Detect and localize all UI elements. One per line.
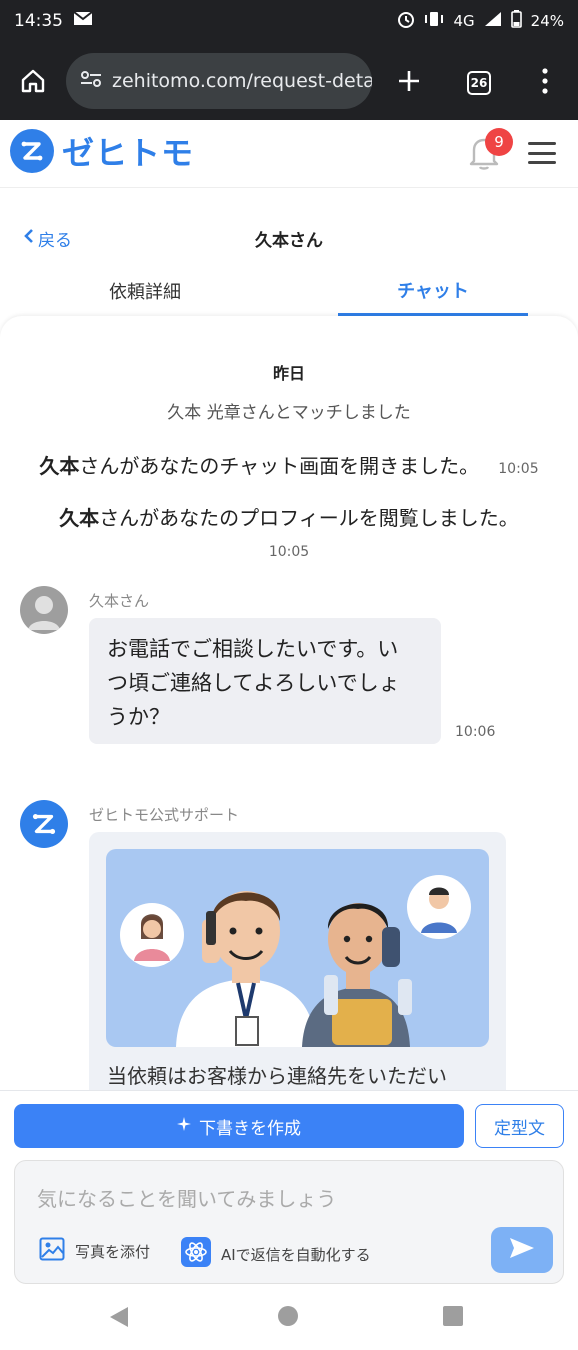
back-button[interactable]: 戻る	[24, 226, 72, 251]
message-sender: ゼヒトモ公式サポート	[89, 806, 240, 824]
support-avatar[interactable]	[20, 800, 68, 848]
battery-icon	[510, 10, 522, 32]
message-time: 10:06	[455, 724, 496, 740]
match-message: 久本 光章さんとマッチしました	[167, 403, 411, 423]
vibrate-icon	[424, 11, 444, 31]
card-text: 当依頼はお客様から連絡先をいただい	[107, 1064, 447, 1088]
tab-switcher-icon[interactable]: 26	[465, 69, 493, 97]
attach-photo-label: 写真を添付	[75, 1242, 151, 1261]
image-icon	[39, 1237, 65, 1265]
home-icon[interactable]	[18, 66, 48, 96]
tab-count: 26	[467, 71, 491, 95]
status-bar: 14:35 4G 24%	[0, 0, 578, 42]
message-input[interactable]	[37, 1181, 537, 1217]
more-menu-icon[interactable]	[530, 64, 560, 98]
sparkle-icon	[177, 1116, 191, 1136]
ai-atom-icon	[181, 1237, 211, 1271]
home-nav-icon[interactable]	[277, 1305, 299, 1331]
logo-text: ゼヒトモ	[62, 134, 195, 172]
chat-area[interactable]: 昨日 久本 光章さんとマッチしました 久本さんがあなたのチャット画面を開きました…	[0, 316, 578, 1090]
support-illustration	[106, 849, 489, 1047]
chevron-left-icon	[24, 228, 34, 249]
notification-badge: 9	[485, 128, 513, 156]
recents-nav-icon[interactable]	[443, 1306, 463, 1330]
tab-request-detail[interactable]: 依頼詳細	[50, 266, 240, 316]
message-input-box: 写真を添付 AIで返信を自動化する	[14, 1160, 564, 1284]
message-bubble: お電話でご相談したいです。い つ頃ご連絡してよろしいでしょ うか？	[89, 618, 441, 744]
system-message-name: 久本	[39, 454, 80, 478]
message-line: うか？	[107, 705, 170, 729]
system-message: 久本さんがあなたのプロフィールを閲覧しました。	[0, 502, 578, 531]
composer-panel: 下書きを作成 定型文 写真を添付 AIで返信を自動化する	[0, 1090, 578, 1285]
alarm-icon	[397, 10, 415, 32]
message-line: お電話でご相談したいです。い	[107, 637, 399, 661]
draft-button[interactable]: 下書きを作成	[14, 1104, 464, 1148]
page-title: 久本さん	[255, 231, 323, 251]
signal-icon	[484, 11, 502, 31]
avatar[interactable]	[20, 586, 68, 634]
system-message-text: さんがあなたのチャット画面を開きました。	[79, 454, 480, 478]
zehitomo-logo[interactable]: ゼヒトモ	[10, 128, 194, 174]
system-message-time: 10:05	[498, 461, 539, 477]
tab-chat[interactable]: チャット	[338, 266, 528, 316]
hamburger-menu-icon[interactable]	[528, 142, 556, 164]
tab-bar: 依頼詳細 チャット	[0, 266, 578, 316]
url-text[interactable]: zehitomo.com/request-detail/	[112, 70, 372, 92]
logo-mark-icon	[10, 129, 54, 173]
system-message-name: 久本	[59, 506, 100, 530]
send-button[interactable]	[491, 1227, 553, 1273]
ai-automate-label: AIで返信を自動化する	[221, 1245, 371, 1264]
draft-button-label: 下書きを作成	[199, 1118, 301, 1139]
system-message-time: 10:05	[268, 544, 310, 560]
send-icon	[508, 1236, 536, 1264]
mail-icon	[73, 11, 93, 31]
system-message: 久本さんがあなたのチャット画面を開きました。 10:05	[0, 450, 578, 479]
browser-toolbar: zehitomo.com/request-detail/ 26	[0, 42, 578, 120]
ai-automate-button[interactable]: AIで返信を自動化する	[181, 1237, 371, 1271]
system-message-text: さんがあなたのプロフィールを閲覧しました。	[99, 506, 519, 530]
message-line: つ頃ご連絡してよろしいでしょ	[107, 671, 400, 695]
status-time: 14:35	[14, 11, 63, 31]
system-nav-bar	[0, 1285, 578, 1350]
template-button[interactable]: 定型文	[475, 1104, 564, 1148]
support-card[interactable]: 当依頼はお客様から連絡先をいただい	[89, 832, 506, 1090]
new-tab-icon[interactable]	[394, 66, 424, 96]
attach-photo-button[interactable]: 写真を添付	[39, 1237, 150, 1265]
back-nav-icon[interactable]	[108, 1305, 130, 1333]
network-label: 4G	[453, 12, 475, 30]
message-sender: 久本さん	[89, 592, 150, 610]
site-settings-icon[interactable]	[80, 69, 102, 94]
address-bar[interactable]: zehitomo.com/request-detail/	[66, 53, 372, 109]
back-label: 戻る	[38, 231, 72, 251]
day-divider: 昨日	[272, 364, 305, 383]
battery-level: 24%	[530, 12, 564, 30]
page-title-row: 久本さん 戻る	[0, 212, 578, 262]
